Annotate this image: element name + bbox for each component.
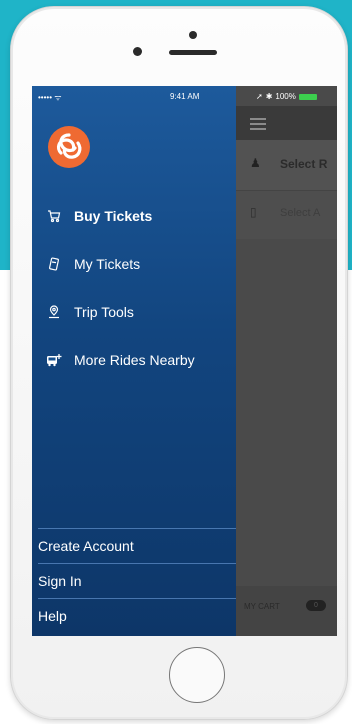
menu-item-my-tickets[interactable]: My Tickets [46, 252, 140, 276]
front-sensor [189, 31, 197, 39]
home-button[interactable] [169, 647, 225, 703]
sign-in-link[interactable]: Sign In [38, 563, 236, 598]
earpiece-speaker [169, 50, 217, 55]
logo-knot-icon [56, 133, 82, 159]
cart-footer[interactable]: MY CART 0 [236, 586, 337, 636]
cart-count-badge: 0 [306, 600, 326, 611]
app-logo [48, 126, 90, 168]
battery-percent: 100% [275, 92, 296, 101]
ticket-icon [46, 256, 62, 272]
hamburger-menu-icon[interactable] [250, 118, 266, 130]
app-header [236, 106, 337, 140]
help-link[interactable]: Help [38, 598, 236, 633]
menu-item-label: More Rides Nearby [74, 352, 195, 368]
menu-item-buy-tickets[interactable]: Buy Tickets [46, 204, 152, 228]
ticket-icon: ▯ [250, 205, 257, 219]
location-pin-icon [46, 304, 62, 320]
help-label: Help [38, 608, 67, 624]
status-bar: ••••• ᯤ 9:41 AM ➚ ✱ 100% [32, 86, 337, 106]
select-route-row[interactable]: ♟ Select R [236, 140, 337, 191]
battery-icon [298, 93, 317, 100]
front-camera [133, 47, 142, 56]
menu-item-label: My Tickets [74, 256, 141, 272]
cart-icon [46, 208, 62, 224]
sign-in-label: Sign In [38, 573, 82, 589]
signal-indicator: ••••• ᯤ [38, 93, 62, 102]
create-account-label: Create Account [38, 538, 134, 554]
menu-item-trip-tools[interactable]: Trip Tools [46, 300, 134, 324]
select-ticket-row[interactable]: ▯ Select A [236, 191, 337, 239]
menu-item-label: Trip Tools [74, 304, 134, 320]
phone-screen: ♟ Select R ▯ Select A MY CART 0 Buy Tick… [32, 86, 337, 636]
cart-label: MY CART [244, 602, 280, 611]
menu-item-more-rides[interactable]: More Rides Nearby [46, 348, 195, 372]
bus-plus-icon [46, 352, 62, 368]
menu-item-label: Buy Tickets [74, 208, 153, 224]
bluetooth-icon: ✱ [265, 92, 273, 101]
create-account-link[interactable]: Create Account [38, 528, 236, 563]
status-time: 9:41 AM [170, 92, 200, 101]
person-icon: ♟ [250, 156, 261, 170]
location-arrow-icon: ➚ [256, 92, 263, 101]
select-route-label: Select R [280, 157, 328, 171]
status-right: ➚ ✱ 100% [256, 92, 317, 101]
navigation-drawer: Buy Tickets My Tickets Trip Tools More R… [32, 86, 236, 636]
main-content-overlay[interactable]: ♟ Select R ▯ Select A MY CART 0 [236, 86, 337, 636]
select-ticket-label: Select A [280, 207, 321, 219]
